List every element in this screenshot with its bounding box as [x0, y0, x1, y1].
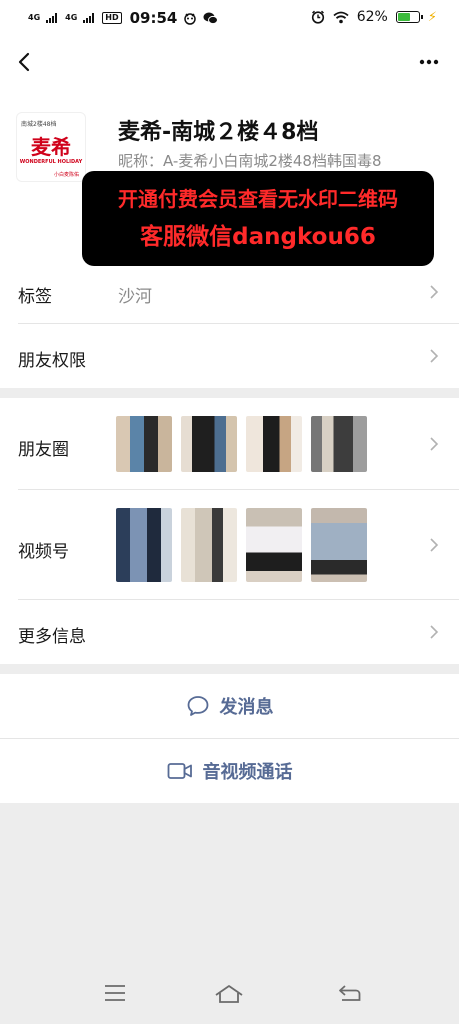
- moments-thumbnails: [116, 416, 367, 472]
- avatar-top-text: 南城2楼48档: [21, 121, 57, 128]
- moments-row[interactable]: 朋友圈: [0, 398, 459, 490]
- home-icon[interactable]: [214, 984, 244, 1004]
- battery-fill: [397, 13, 410, 21]
- avatar-footer: 小白麦陈佑: [53, 172, 79, 178]
- moments-photo-1: [116, 416, 172, 472]
- video-call-label: 音视频通话: [202, 762, 293, 783]
- moments-photo-2: [181, 416, 237, 472]
- status-right: 62% ⚡: [311, 9, 437, 25]
- contact-nickname: 昵称：A-麦希小白南城2楼48档韩国毒8: [118, 152, 382, 170]
- header-bar: [0, 36, 459, 88]
- send-message-label: 发消息: [219, 697, 274, 718]
- more-info-row[interactable]: 更多信息: [0, 600, 459, 664]
- watermark-line-1: 开通付费会员查看无水印二维码: [118, 187, 398, 211]
- status-bar: 4G 4G HD 09:54 62% ⚡: [0, 0, 459, 36]
- charging-icon: ⚡: [427, 9, 437, 25]
- battery-icon: [395, 11, 423, 23]
- friend-permission-row[interactable]: 朋友权限: [0, 324, 459, 388]
- moments-photo-3: [246, 416, 302, 472]
- chevron-right-icon: [430, 625, 439, 639]
- channels-video-3: [246, 508, 302, 582]
- send-message-button[interactable]: 发消息: [0, 674, 459, 738]
- contact-name: 麦希-南城２楼４8档: [118, 120, 319, 145]
- video-camera-icon: [167, 763, 192, 779]
- watermark-banner: 开通付费会员查看无水印二维码 客服微信dangkou66: [82, 171, 434, 266]
- tags-row[interactable]: 标签 沙河: [0, 260, 459, 324]
- watermark-line-2: 客服微信dangkou66: [140, 224, 376, 250]
- channels-video-1: [116, 508, 172, 582]
- wechat-notification-icon: [203, 12, 219, 25]
- back-icon[interactable]: [12, 48, 40, 76]
- channels-thumbnails: [116, 508, 367, 582]
- status-left: 4G 4G HD 09:54: [28, 9, 219, 27]
- clock: 09:54: [129, 9, 178, 27]
- signal-1-label: 4G: [28, 13, 41, 22]
- signal-1-icon: [46, 13, 58, 23]
- channels-row[interactable]: 视频号: [0, 490, 459, 600]
- wifi-icon: [333, 11, 349, 23]
- alarm-icon: [311, 10, 324, 24]
- video-call-button[interactable]: 音视频通话: [0, 739, 459, 803]
- channels-label: 视频号: [18, 542, 69, 562]
- more-options-icon[interactable]: [413, 50, 445, 74]
- channels-video-4: [311, 508, 367, 582]
- app-notification-icon: [184, 13, 197, 25]
- menu-icon[interactable]: [104, 984, 126, 1002]
- battery-percentage: 62%: [356, 9, 388, 25]
- moments-label: 朋友圈: [18, 440, 69, 460]
- chevron-right-icon: [430, 538, 439, 552]
- system-navigation-bar: [0, 960, 459, 1024]
- channels-video-2: [181, 508, 237, 582]
- chevron-right-icon: [430, 285, 439, 299]
- avatar[interactable]: 南城2楼48档 麦希 WONDERFUL HOLIDAY 小白麦陈佑: [16, 112, 86, 182]
- chevron-right-icon: [430, 437, 439, 451]
- signal-2-icon: [83, 13, 95, 23]
- tags-label: 标签: [18, 287, 52, 307]
- more-info-label: 更多信息: [18, 627, 86, 647]
- signal-2-label: 4G: [65, 13, 78, 22]
- friend-permission-label: 朋友权限: [18, 351, 86, 371]
- hd-badge: HD: [102, 12, 122, 24]
- chat-bubble-icon: [187, 696, 208, 716]
- moments-photo-4: [311, 416, 367, 472]
- back-nav-icon[interactable]: [338, 984, 362, 1002]
- avatar-brand: 麦希: [31, 135, 71, 159]
- avatar-subtitle: WONDERFUL HOLIDAY: [19, 159, 83, 165]
- chevron-right-icon: [430, 349, 439, 363]
- tags-value: 沙河: [118, 287, 152, 307]
